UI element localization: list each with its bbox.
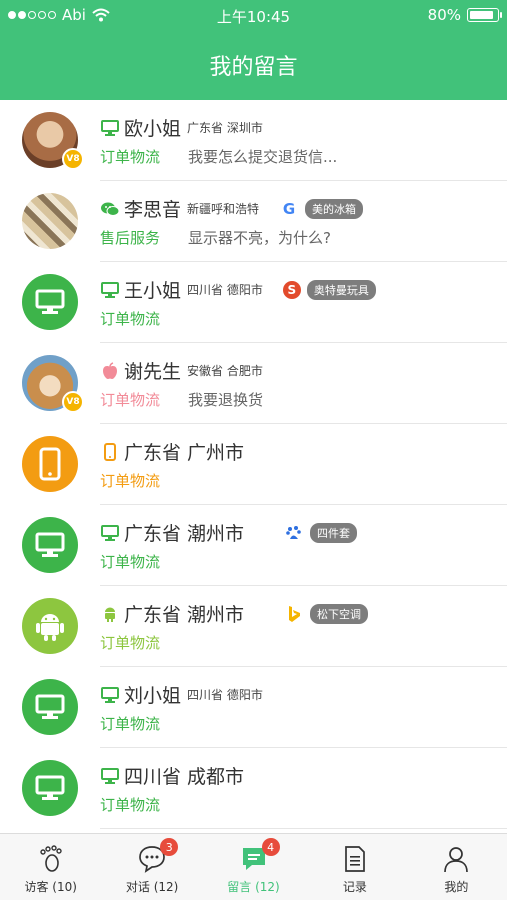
visitor-location: 广东省 深圳市 <box>187 121 263 135</box>
desktop-icon <box>100 118 120 138</box>
tab-profile[interactable]: 我的 <box>406 834 507 900</box>
mobile-icon <box>100 442 120 462</box>
visitor-name: 李思音 <box>124 199 182 221</box>
unread-badge: 3 <box>160 838 179 856</box>
page-title: 我的留言 <box>209 55 298 80</box>
list-item[interactable]: 广东省 潮州市 四件套 订单物流 <box>0 505 507 586</box>
message-preview: 显示器不亮，为什么? <box>188 229 331 247</box>
desktop-icon <box>100 280 120 300</box>
avatar <box>22 517 78 573</box>
avatar <box>22 598 78 654</box>
footprint-icon <box>36 844 66 874</box>
document-icon <box>340 844 370 874</box>
bing-icon <box>284 604 304 624</box>
list-item[interactable]: V8 谢先生 安徽省 合肥市 订单物流 我要退换货 <box>0 343 507 424</box>
tab-bar: 访客 (10) 对话 (12) 3 留言 (12) 4 记录 我的 <box>0 833 507 900</box>
avatar <box>22 274 78 330</box>
desktop-icon <box>35 694 65 719</box>
vip-badge: V8 <box>62 148 84 170</box>
desktop-icon <box>100 523 120 543</box>
baidu-icon <box>284 523 304 543</box>
battery-icon <box>467 8 502 22</box>
tab-visitors[interactable]: 访客 (10) <box>0 834 101 900</box>
visitor-name: 谢先生 <box>124 361 182 383</box>
visitor-name: 王小姐 <box>124 280 182 302</box>
category-label: 订单物流 <box>100 310 161 328</box>
visitor-name: 刘小姐 <box>124 685 182 707</box>
category-label: 订单物流 <box>100 472 161 490</box>
list-item[interactable]: 李思音 新疆呼和浩特 G 美的冰箱 售后服务 显示器不亮，为什么? <box>0 181 507 262</box>
android-icon <box>36 614 64 641</box>
message-preview: 我要退换货 <box>188 391 264 409</box>
desktop-icon <box>35 532 65 557</box>
category-label: 订单物流 <box>100 796 161 814</box>
visitor-name: 四川省 成都市 <box>124 766 245 788</box>
battery-percent: 80% <box>427 6 461 24</box>
visitor-name: 广东省 潮州市 <box>124 604 245 626</box>
tab-label: 我的 <box>444 880 469 894</box>
product-tag: 四件套 <box>310 522 358 543</box>
desktop-icon <box>35 775 65 800</box>
visitor-location: 新疆呼和浩特 <box>187 202 260 216</box>
visitor-location: 四川省 德阳市 <box>187 688 263 702</box>
list-item[interactable]: 刘小姐 四川省 德阳市 订单物流 <box>0 667 507 748</box>
product-tag: 奥特曼玩具 <box>306 279 376 300</box>
android-icon <box>100 604 120 624</box>
desktop-icon <box>100 685 120 705</box>
category-label: 订单物流 <box>100 634 161 652</box>
tab-messages[interactable]: 留言 (12) 4 <box>203 834 304 900</box>
user-icon <box>441 844 471 874</box>
category-label: 订单物流 <box>100 391 161 409</box>
avatar <box>22 436 78 492</box>
vip-badge: V8 <box>62 391 84 413</box>
mobile-icon <box>39 447 61 481</box>
google-icon: G <box>282 199 296 218</box>
category-label: 售后服务 <box>100 229 161 247</box>
list-item[interactable]: 广东省 广州市 订单物流 <box>0 424 507 505</box>
list-item[interactable]: 四川省 成都市 订单物流 <box>0 748 507 829</box>
product-tag: 美的冰箱 <box>305 198 364 219</box>
unread-badge: 4 <box>261 838 280 856</box>
visitor-name: 广东省 潮州市 <box>124 523 245 545</box>
apple-icon <box>100 361 120 381</box>
list-item[interactable]: 王小姐 四川省 德阳市 S 奥特曼玩具 订单物流 <box>0 262 507 343</box>
tab-label: 对话 (12) <box>125 880 179 894</box>
visitor-location: 四川省 德阳市 <box>187 283 263 297</box>
avatar <box>22 193 78 249</box>
nav-bar: 我的留言 <box>0 30 507 100</box>
tab-label: 留言 (12) <box>227 880 280 894</box>
desktop-icon <box>35 289 65 314</box>
avatar <box>22 679 78 735</box>
tab-label: 记录 <box>342 880 367 894</box>
tab-chats[interactable]: 对话 (12) 3 <box>101 834 202 900</box>
visitor-name: 欧小姐 <box>124 118 182 140</box>
desktop-icon <box>100 766 120 786</box>
list-item[interactable]: V8 欧小姐 广东省 深圳市 订单物流 我要怎么提交退货信... <box>0 100 507 181</box>
status-bar: Abi 上午10:45 80% <box>0 0 507 30</box>
message-list[interactable]: V8 欧小姐 广东省 深圳市 订单物流 我要怎么提交退货信... 李思音 新疆呼… <box>0 100 507 833</box>
tab-label: 访客 (10) <box>24 880 77 894</box>
sogou-icon: S <box>282 280 301 299</box>
message-preview: 我要怎么提交退货信... <box>188 148 338 166</box>
list-item[interactable]: 广东省 潮州市 松下空调 订单物流 <box>0 586 507 667</box>
visitor-name: 广东省 广州市 <box>124 442 245 464</box>
avatar <box>22 760 78 816</box>
visitor-location: 安徽省 合肥市 <box>187 364 263 378</box>
product-tag: 松下空调 <box>310 603 369 624</box>
category-label: 订单物流 <box>100 553 161 571</box>
category-label: 订单物流 <box>100 148 161 166</box>
category-label: 订单物流 <box>100 715 161 733</box>
tab-records[interactable]: 记录 <box>304 834 405 900</box>
wechat-icon <box>100 199 120 219</box>
